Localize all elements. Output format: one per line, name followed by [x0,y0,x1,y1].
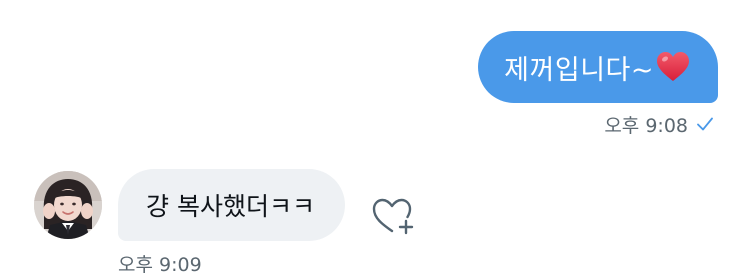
outgoing-message-text: 제꺼입니다~ [504,54,654,86]
outgoing-message-bubble[interactable]: 제꺼입니다~ [478,31,718,103]
incoming-message-bubble[interactable]: 걍 복사했더ㅋㅋ [118,169,345,241]
dm-conversation: 제꺼입니다~ 오후 9:08 걍 복사했더ㅋㅋ 오후 9:09 [0,0,750,276]
incoming-message-time: 오후 9:09 [118,254,202,276]
outgoing-message-time: 오후 9:08 [604,114,688,137]
add-reaction-button[interactable] [370,195,416,237]
sender-avatar[interactable] [34,171,102,239]
avatar-photo [34,171,102,239]
sent-check-icon [697,117,713,131]
incoming-message-text: 걍 복사했더ㅋㅋ [146,192,315,221]
outgoing-message-meta: 오후 9:08 [604,112,714,137]
add-reaction-heart-icon [372,198,414,235]
heart-emoji-icon [657,52,689,81]
